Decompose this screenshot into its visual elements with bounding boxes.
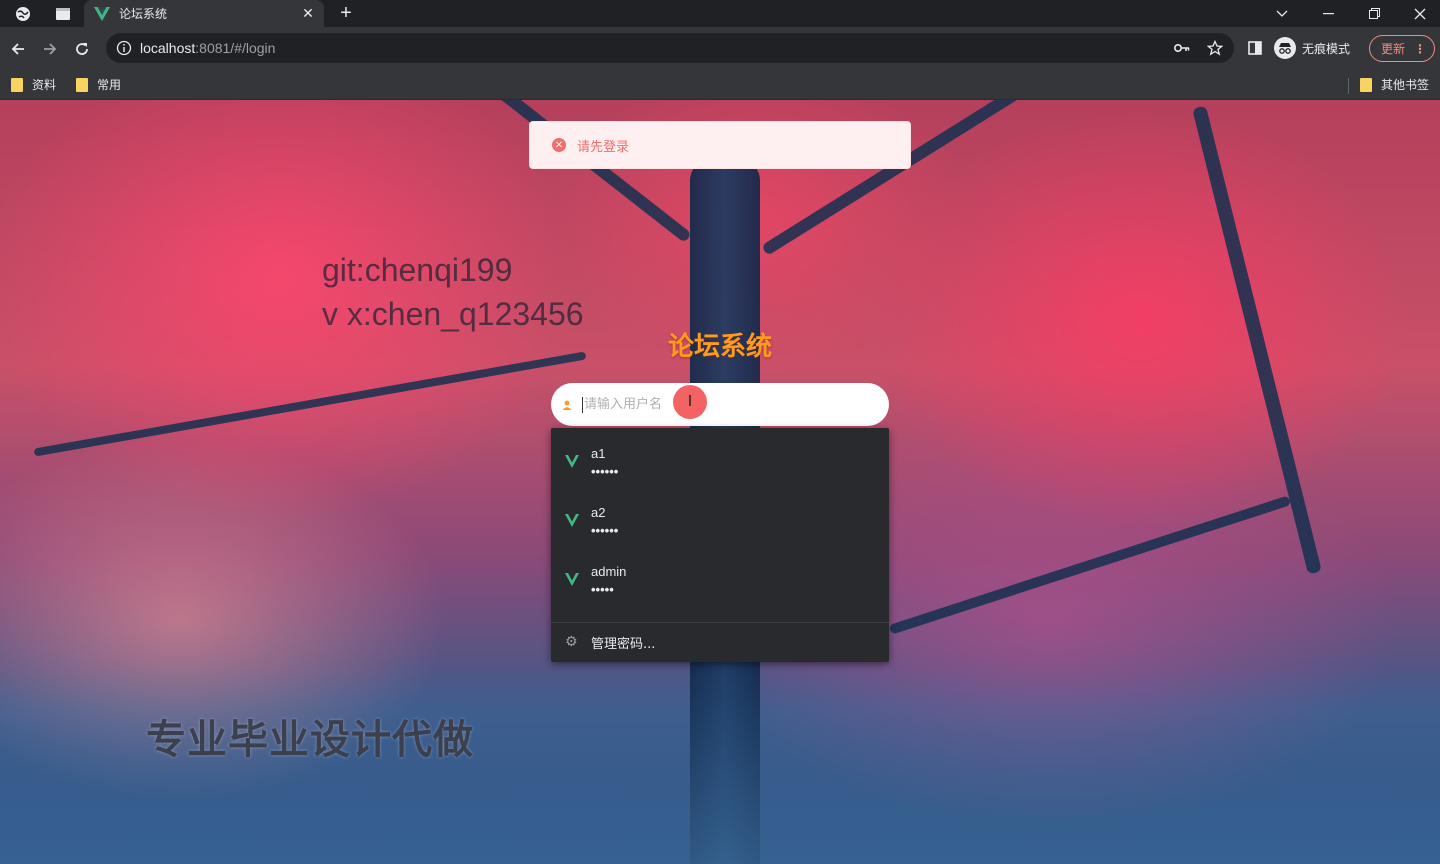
incognito-indicator[interactable]: 无痕模式 bbox=[1274, 37, 1350, 59]
watermark-bottom: 专业毕业设计代做 bbox=[146, 717, 474, 763]
new-tab-button[interactable]: + bbox=[334, 2, 358, 25]
username-field[interactable] bbox=[551, 383, 889, 426]
manage-passwords-label: 管理密码... bbox=[591, 636, 656, 652]
side-panel-icon[interactable] bbox=[1243, 33, 1267, 63]
autofill-entry[interactable]: admin ••••• bbox=[551, 546, 889, 604]
page-viewport: git:chenqi199 v x:chen_q123456 专业毕业设计代做 … bbox=[0, 100, 1440, 864]
autofill-entry[interactable]: a2 •••••• bbox=[551, 487, 889, 545]
user-icon bbox=[562, 400, 572, 410]
bookmark-folder-other[interactable]: 其他书签 bbox=[1360, 76, 1429, 93]
bookmark-star-icon[interactable] bbox=[1203, 33, 1227, 63]
tab-title: 论坛系统 bbox=[119, 7, 168, 21]
minimize-button[interactable] bbox=[1305, 0, 1351, 27]
password-autofill-dropdown: a1 •••••• a2 •••••• admin ••••• ⚙ 管理密码..… bbox=[551, 428, 889, 662]
background-branch bbox=[33, 351, 587, 457]
bookmark-label: 资料 bbox=[32, 78, 57, 92]
forward-button[interactable] bbox=[36, 35, 64, 63]
vue-logo-icon bbox=[565, 514, 579, 527]
vue-logo-icon bbox=[565, 455, 579, 468]
back-button[interactable] bbox=[4, 35, 32, 63]
toast-message: 请先登录 bbox=[577, 139, 630, 155]
close-window-button[interactable] bbox=[1397, 0, 1440, 27]
tab-strip: 论坛系统 ✕ + bbox=[0, 0, 1440, 27]
folder-icon bbox=[76, 77, 88, 92]
gear-icon: ⚙ bbox=[565, 634, 578, 650]
incognito-icon bbox=[1274, 37, 1296, 59]
menu-dots-icon: ⋮ bbox=[1414, 41, 1427, 56]
bookmark-folder-changyong[interactable]: 常用 bbox=[76, 76, 121, 93]
autofill-entry[interactable]: a1 •••••• bbox=[551, 428, 889, 486]
update-button[interactable]: 更新 ⋮ bbox=[1369, 35, 1435, 62]
dropdown-divider bbox=[551, 622, 889, 623]
bookmark-folder-ziliao[interactable]: 资料 bbox=[11, 76, 56, 93]
password-key-icon[interactable] bbox=[1170, 33, 1194, 63]
address-bar[interactable]: localhost:8081/#/login bbox=[106, 33, 1234, 63]
update-label: 更新 bbox=[1381, 42, 1406, 56]
site-info-icon[interactable] bbox=[116, 40, 132, 56]
mouse-cursor-indicator: I bbox=[673, 385, 707, 419]
bookmark-label: 常用 bbox=[97, 78, 122, 92]
autofill-password-mask: •••••• bbox=[591, 523, 619, 538]
url-host: localhost bbox=[140, 40, 196, 56]
reload-button[interactable] bbox=[68, 35, 96, 63]
watermark-git: git:chenqi199 bbox=[322, 252, 513, 288]
vue-logo-icon bbox=[565, 573, 579, 586]
manage-passwords-item[interactable]: ⚙ 管理密码... bbox=[551, 624, 889, 660]
error-circle-icon: ✕ bbox=[552, 138, 566, 152]
autofill-username: a1 bbox=[591, 446, 606, 461]
page-title: 论坛系统 bbox=[667, 332, 772, 362]
tab-search-icon[interactable] bbox=[50, 3, 76, 25]
folder-icon bbox=[1360, 77, 1372, 92]
url-path: :8081/#/login bbox=[195, 40, 276, 56]
active-tab[interactable]: 论坛系统 ✕ bbox=[84, 0, 324, 27]
autofill-username: admin bbox=[591, 564, 627, 579]
incognito-label: 无痕模式 bbox=[1302, 41, 1351, 56]
restore-button[interactable] bbox=[1351, 0, 1397, 27]
bookmarks-bar: 资料 常用 其他书签 bbox=[0, 70, 1440, 100]
autofill-password-mask: ••••• bbox=[591, 582, 614, 597]
tab-list-chevron-icon[interactable] bbox=[1259, 0, 1305, 27]
autofill-username: a2 bbox=[591, 505, 606, 520]
profile-globe-icon[interactable] bbox=[10, 3, 36, 25]
browser-toolbar: localhost:8081/#/login 无痕模式 更新 ⋮ bbox=[0, 27, 1440, 70]
background-branch bbox=[888, 495, 1292, 635]
autofill-password-mask: •••••• bbox=[591, 464, 619, 479]
error-toast: ✕ 请先登录 bbox=[529, 121, 911, 169]
vue-logo-icon bbox=[94, 6, 110, 21]
folder-icon bbox=[11, 77, 23, 92]
bookmark-separator bbox=[1348, 78, 1349, 94]
bookmark-label: 其他书签 bbox=[1381, 78, 1430, 92]
text-caret bbox=[582, 396, 583, 413]
tab-close-icon[interactable]: ✕ bbox=[300, 5, 316, 22]
